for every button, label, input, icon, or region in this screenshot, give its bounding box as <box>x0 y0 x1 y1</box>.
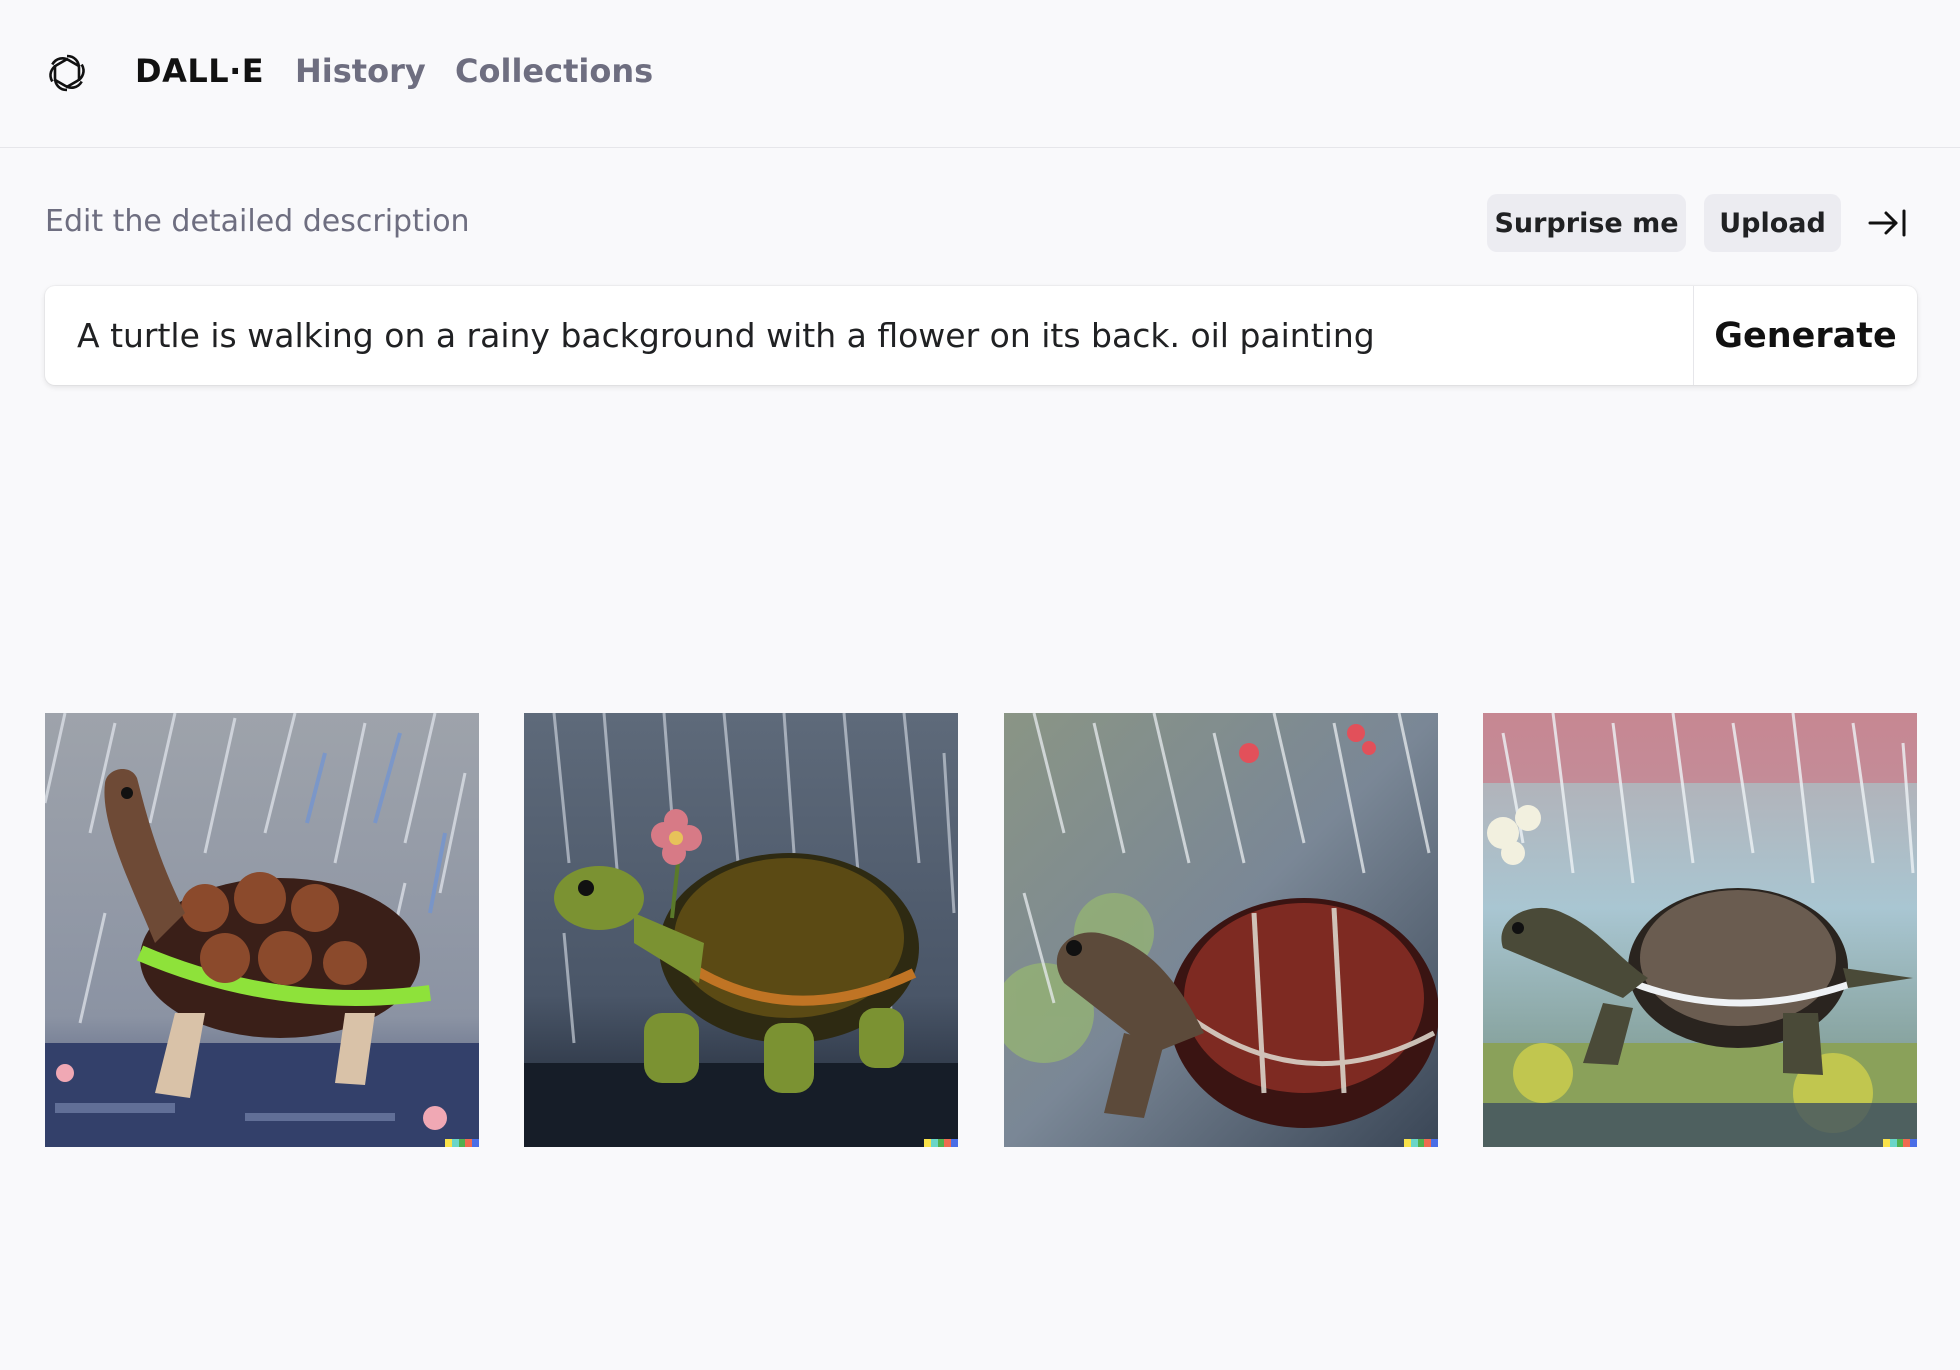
turtle-painting-2-icon <box>524 713 958 1147</box>
prompt-input-container: A turtle is walking on a rainy backgroun… <box>45 286 1917 385</box>
signature-stripe <box>1883 1139 1917 1147</box>
top-nav: DALL·E History Collections <box>0 0 1960 148</box>
signature-stripe <box>1404 1139 1438 1147</box>
prompt-input[interactable]: A turtle is walking on a rainy backgroun… <box>77 286 1697 385</box>
upload-button[interactable]: Upload <box>1704 194 1841 252</box>
turtle-painting-4-icon <box>1483 713 1917 1147</box>
nav-history-link[interactable]: History <box>295 52 426 90</box>
nav-collections-link[interactable]: Collections <box>455 52 653 90</box>
surprise-me-button[interactable]: Surprise me <box>1487 194 1686 252</box>
editor-heading: Edit the detailed description <box>45 204 470 239</box>
brand-title[interactable]: DALL·E <box>135 52 264 90</box>
generated-image-2[interactable] <box>524 713 958 1147</box>
turtle-painting-1-icon <box>45 713 479 1147</box>
signature-stripe <box>445 1139 479 1147</box>
collapse-panel-icon[interactable] <box>1866 203 1908 243</box>
image-grid <box>45 713 1917 1147</box>
generated-image-1[interactable] <box>45 713 479 1147</box>
openai-logo-icon[interactable] <box>44 50 90 96</box>
turtle-painting-3-icon <box>1004 713 1438 1147</box>
generate-button[interactable]: Generate <box>1693 286 1917 385</box>
generated-image-3[interactable] <box>1004 713 1438 1147</box>
generated-image-4[interactable] <box>1483 713 1917 1147</box>
signature-stripe <box>924 1139 958 1147</box>
